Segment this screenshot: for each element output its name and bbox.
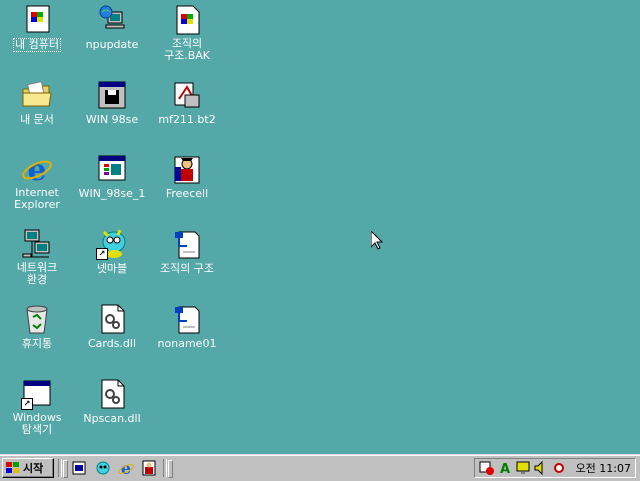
windows-explorer-shortcut[interactable]: ↗ Windows 탐색기 [2,378,72,436]
recycle-bin-shortcut[interactable]: 휴지통 [2,303,72,350]
floppy-window-icon [96,79,128,111]
network-update-icon [96,4,128,36]
win98se-label: WIN 98se [85,113,139,126]
internet-explorer-icon: e [21,153,53,188]
npscan-dll-label: Npscan.dll [83,412,141,425]
svg-text:A: A [500,462,510,476]
network-neighborhood-icon [21,228,53,260]
dll-file-icon [96,303,128,335]
netmarble-shortcut[interactable]: ↗ 넷마블 [77,228,147,275]
netmarble-icon: ↗ [96,228,128,260]
volume-icon[interactable] [533,460,549,476]
my-computer-shortcut[interactable]: 내 컴퓨터 [2,4,72,52]
org-structure-file[interactable]: 조직의 구조 [152,228,222,275]
internet-explorer-label: Internet Explorer [14,186,60,211]
org-structure-bak-label: 조직의 구조.BAK [163,37,211,62]
start-label: 시작 [23,462,44,475]
recycle-bin-icon [21,303,53,335]
clock[interactable]: 오전 11:07 [576,460,631,476]
dll-file-icon [96,378,128,410]
scheduler-icon[interactable] [479,460,495,476]
document-icon [171,4,203,36]
mf211-file[interactable]: mf211.bt2 [152,79,222,126]
windows-explorer-icon: ↗ [21,378,53,410]
taskbar-separator [163,459,167,477]
org-structure-bak-file[interactable]: 조직의 구조.BAK [152,4,222,62]
freecell-quick-icon[interactable] [140,460,158,476]
taskbar: 시작 e A 오전 11:07 [0,454,640,481]
unknown-file-icon [171,79,203,111]
shortcut-arrow-icon: ↗ [96,248,108,260]
desktop: 내 컴퓨터 내 문서 e Internet Explorer 네트워크 환경 휴… [0,0,640,454]
my-computer-label: 내 컴퓨터 [13,38,61,52]
windows-logo-icon [6,462,19,473]
win98se-shortcut[interactable]: WIN 98se [77,79,147,126]
npscan-dll-file[interactable]: Npscan.dll [77,378,147,425]
network-neighborhood-shortcut[interactable]: 네트워크 환경 [2,228,72,286]
mouse-pointer-icon [371,231,383,250]
ime-icon[interactable] [551,460,567,476]
win98se1-shortcut[interactable]: WIN_98se_1 [77,153,147,200]
my-computer-icon [21,4,53,36]
system-tray: A 오전 11:07 [474,458,636,478]
my-documents-label: 내 문서 [20,113,54,126]
windows-explorer-label: Windows 탐색기 [12,411,62,436]
cards-dll-file[interactable]: Cards.dll [77,303,147,350]
display-icon[interactable] [515,460,531,476]
program-window-icon [96,153,128,185]
netmarble-quick-icon[interactable] [94,460,112,476]
my-documents-shortcut[interactable]: 내 문서 [2,79,72,126]
network-neighborhood-label: 네트워크 환경 [16,261,58,286]
internet-explorer-shortcut[interactable]: e Internet Explorer [2,153,72,211]
cards-dll-label: Cards.dll [87,337,137,350]
folder-icon [21,79,53,111]
freecell-icon [171,153,203,185]
mf211-label: mf211.bt2 [158,113,216,126]
npupdate-label: npupdate [85,38,139,51]
org-structure-label: 조직의 구조 [159,262,215,275]
show-desktop-icon[interactable] [70,460,88,476]
npupdate-shortcut[interactable]: npupdate [77,4,147,51]
language-bar-icon[interactable]: A [497,460,513,477]
noname01-file[interactable]: noname01 [152,303,222,350]
taskbar-separator [58,459,62,477]
internet-explorer-quick-icon[interactable]: e [117,459,135,478]
freecell-label: Freecell [165,187,209,200]
task-area-grip[interactable] [168,460,173,478]
recycle-bin-label: 휴지통 [21,337,53,350]
org-chart-document-icon [171,228,203,260]
svg-text:e: e [27,153,46,185]
freecell-shortcut[interactable]: Freecell [152,153,222,200]
quick-launch-grip[interactable] [63,460,68,478]
shortcut-arrow-icon: ↗ [21,398,33,410]
org-chart-document-icon [171,303,203,335]
noname01-label: noname01 [157,337,217,350]
start-button[interactable]: 시작 [2,458,54,478]
win98se1-label: WIN_98se_1 [78,187,146,200]
netmarble-label: 넷마블 [96,262,128,275]
